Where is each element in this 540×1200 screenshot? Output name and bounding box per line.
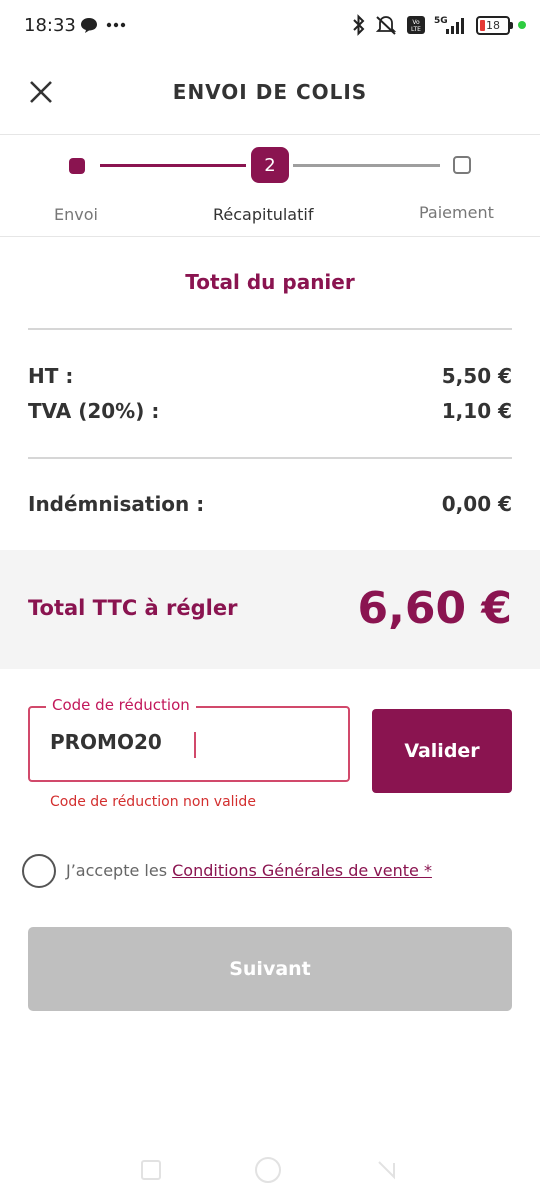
page-title: ENVOI DE COLIS xyxy=(172,80,368,104)
promo-code-input[interactable] xyxy=(50,730,330,754)
tva-label: TVA (20%) : xyxy=(28,399,160,423)
battery-level: 18 xyxy=(486,18,500,32)
promo-code-field[interactable]: Code de réduction xyxy=(28,696,350,782)
step-connector-2 xyxy=(293,164,440,167)
terms-text: J’accepte les Conditions Générales de ve… xyxy=(66,861,432,880)
bluetooth-icon xyxy=(353,14,365,36)
step-label-recapitulatif: Récapitulatif xyxy=(213,205,314,224)
total-label: Total TTC à régler xyxy=(28,596,238,620)
accept-terms-radio[interactable] xyxy=(22,854,56,888)
text-caret xyxy=(194,732,196,758)
indemnisation-value: 0,00 € xyxy=(441,492,512,516)
terms-link[interactable]: Conditions Générales de vente * xyxy=(172,861,432,880)
stepper: 2 Envoi Récapitulatif Paiement xyxy=(0,134,540,237)
chat-bubble-icon xyxy=(81,18,97,33)
home-icon[interactable] xyxy=(255,1157,281,1183)
terms-prefix: J’accepte les xyxy=(66,861,173,880)
privacy-indicator-dot xyxy=(518,21,526,29)
step-connector-1 xyxy=(100,164,246,167)
ht-value: 5,50 € xyxy=(441,364,512,388)
promo-error-message: Code de réduction non valide xyxy=(50,794,256,810)
tva-value: 1,10 € xyxy=(441,399,512,423)
step-2-indicator: 2 xyxy=(251,147,289,183)
validate-promo-button[interactable]: Valider xyxy=(372,709,512,793)
step-1-indicator xyxy=(69,158,85,174)
recents-icon[interactable] xyxy=(141,1160,161,1180)
back-icon[interactable] xyxy=(375,1158,397,1180)
indemnisation-label: Indémnisation : xyxy=(28,492,205,516)
promo-code-label: Code de réduction xyxy=(46,696,196,714)
step-3-indicator xyxy=(453,156,471,174)
cart-title: Total du panier xyxy=(185,270,355,294)
total-band: Total TTC à régler 6,60 € xyxy=(0,550,540,669)
battery-icon: 18 xyxy=(476,15,513,35)
signal-5g-icon: 5G xyxy=(434,16,464,34)
divider xyxy=(28,457,512,459)
step-label-paiement: Paiement xyxy=(419,203,494,222)
total-value: 6,60 € xyxy=(357,583,513,634)
header: ENVOI DE COLIS xyxy=(0,54,540,135)
status-time: 18:33 xyxy=(24,15,76,36)
system-nav-bar xyxy=(0,1150,540,1200)
next-button[interactable]: Suivant xyxy=(28,927,512,1011)
svg-text:Vo: Vo xyxy=(412,19,420,26)
more-dots-icon xyxy=(106,22,126,28)
ht-label: HT : xyxy=(28,364,74,388)
step-label-envoi: Envoi xyxy=(54,205,98,224)
svg-text:LTE: LTE xyxy=(411,26,421,33)
mute-icon xyxy=(375,16,397,35)
status-bar: 18:33 Vo LTE 5G 18 xyxy=(0,0,540,54)
svg-text:5G: 5G xyxy=(434,16,448,26)
volte-icon: VoLTE xyxy=(407,16,425,34)
divider xyxy=(28,328,512,330)
